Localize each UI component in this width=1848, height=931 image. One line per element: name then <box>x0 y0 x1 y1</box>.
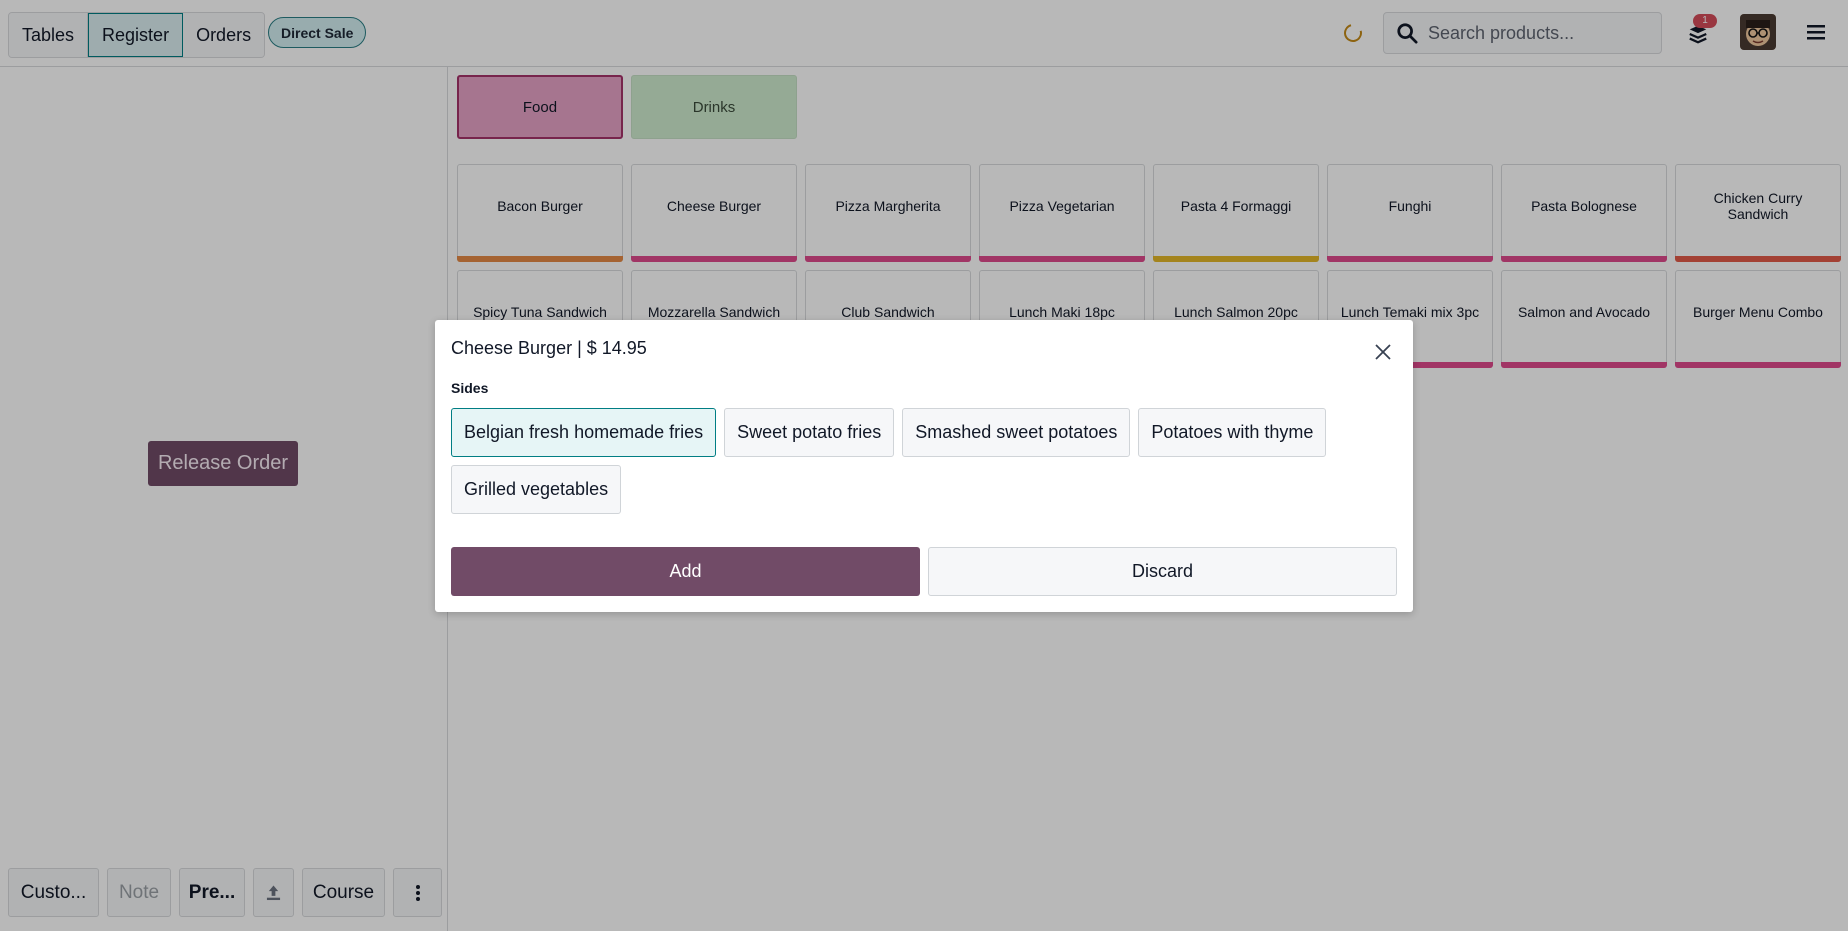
sides-options: Belgian fresh homemade fries Sweet potato… <box>451 408 1391 514</box>
product-options-dialog: Cheese Burger | $ 14.95 Sides Belgian fr… <box>435 320 1413 612</box>
side-option[interactable]: Belgian fresh homemade fries <box>451 408 717 457</box>
side-option[interactable]: Grilled vegetables <box>451 465 622 514</box>
dialog-title: Cheese Burger | $ 14.95 <box>451 338 647 358</box>
dialog-actions: Add Discard <box>451 547 1397 596</box>
side-option[interactable]: Smashed sweet potatoes <box>902 408 1131 457</box>
close-icon <box>1375 344 1391 360</box>
add-button[interactable]: Add <box>451 547 920 596</box>
sides-label: Sides <box>451 380 489 396</box>
side-option[interactable]: Potatoes with thyme <box>1138 408 1327 457</box>
discard-button[interactable]: Discard <box>928 547 1397 596</box>
side-option[interactable]: Sweet potato fries <box>724 408 895 457</box>
close-button[interactable] <box>1371 340 1395 364</box>
